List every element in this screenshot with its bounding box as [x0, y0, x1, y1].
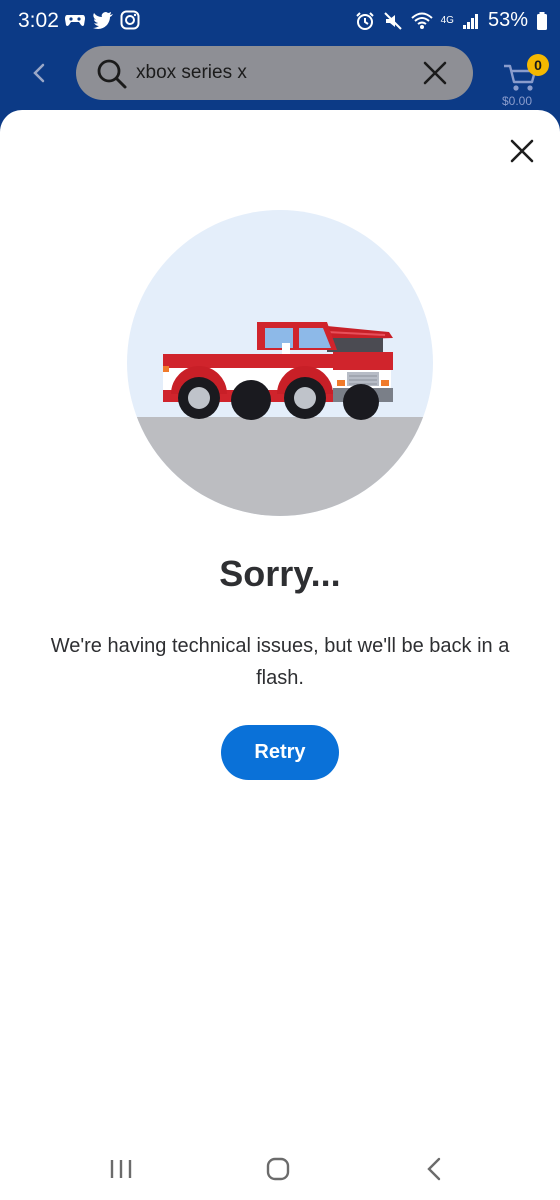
error-message: We're having technical issues, but we'll… — [50, 635, 510, 689]
close-icon[interactable] — [508, 137, 536, 165]
signal-icon — [462, 13, 478, 29]
search-bar[interactable]: xbox series x — [76, 46, 473, 100]
battery-percent: 53% — [487, 9, 528, 31]
status-time: 3:02 — [18, 9, 59, 32]
home-icon[interactable] — [266, 1157, 290, 1181]
notification-icons — [64, 10, 140, 30]
wifi-icon — [410, 12, 433, 29]
back-chevron-icon[interactable] — [26, 58, 54, 88]
cart-count-badge: 0 — [527, 54, 549, 76]
truck-illustration — [127, 210, 433, 516]
alarm-icon — [355, 11, 374, 30]
battery-icon — [537, 11, 547, 30]
cart-button[interactable]: 0 $0.00 — [500, 52, 556, 110]
recents-icon[interactable] — [108, 1158, 134, 1180]
mute-icon — [383, 11, 402, 30]
system-status-icons: 4G 53% — [355, 9, 548, 32]
clear-search-icon[interactable] — [422, 60, 448, 86]
search-input[interactable]: xbox series x — [136, 62, 247, 84]
game-controller-icon — [65, 15, 85, 26]
error-title: Sorry... — [219, 553, 341, 594]
network-type: 4G — [440, 15, 454, 26]
instagram-icon — [120, 10, 140, 30]
twitter-icon — [93, 12, 113, 29]
back-icon[interactable] — [425, 1156, 443, 1182]
retry-button[interactable]: Retry — [221, 725, 339, 780]
search-icon — [97, 59, 127, 89]
system-nav-bar — [0, 1140, 560, 1200]
status-bar: 3:02 4G 53% — [0, 0, 560, 40]
cart-total: $0.00 — [502, 94, 533, 108]
